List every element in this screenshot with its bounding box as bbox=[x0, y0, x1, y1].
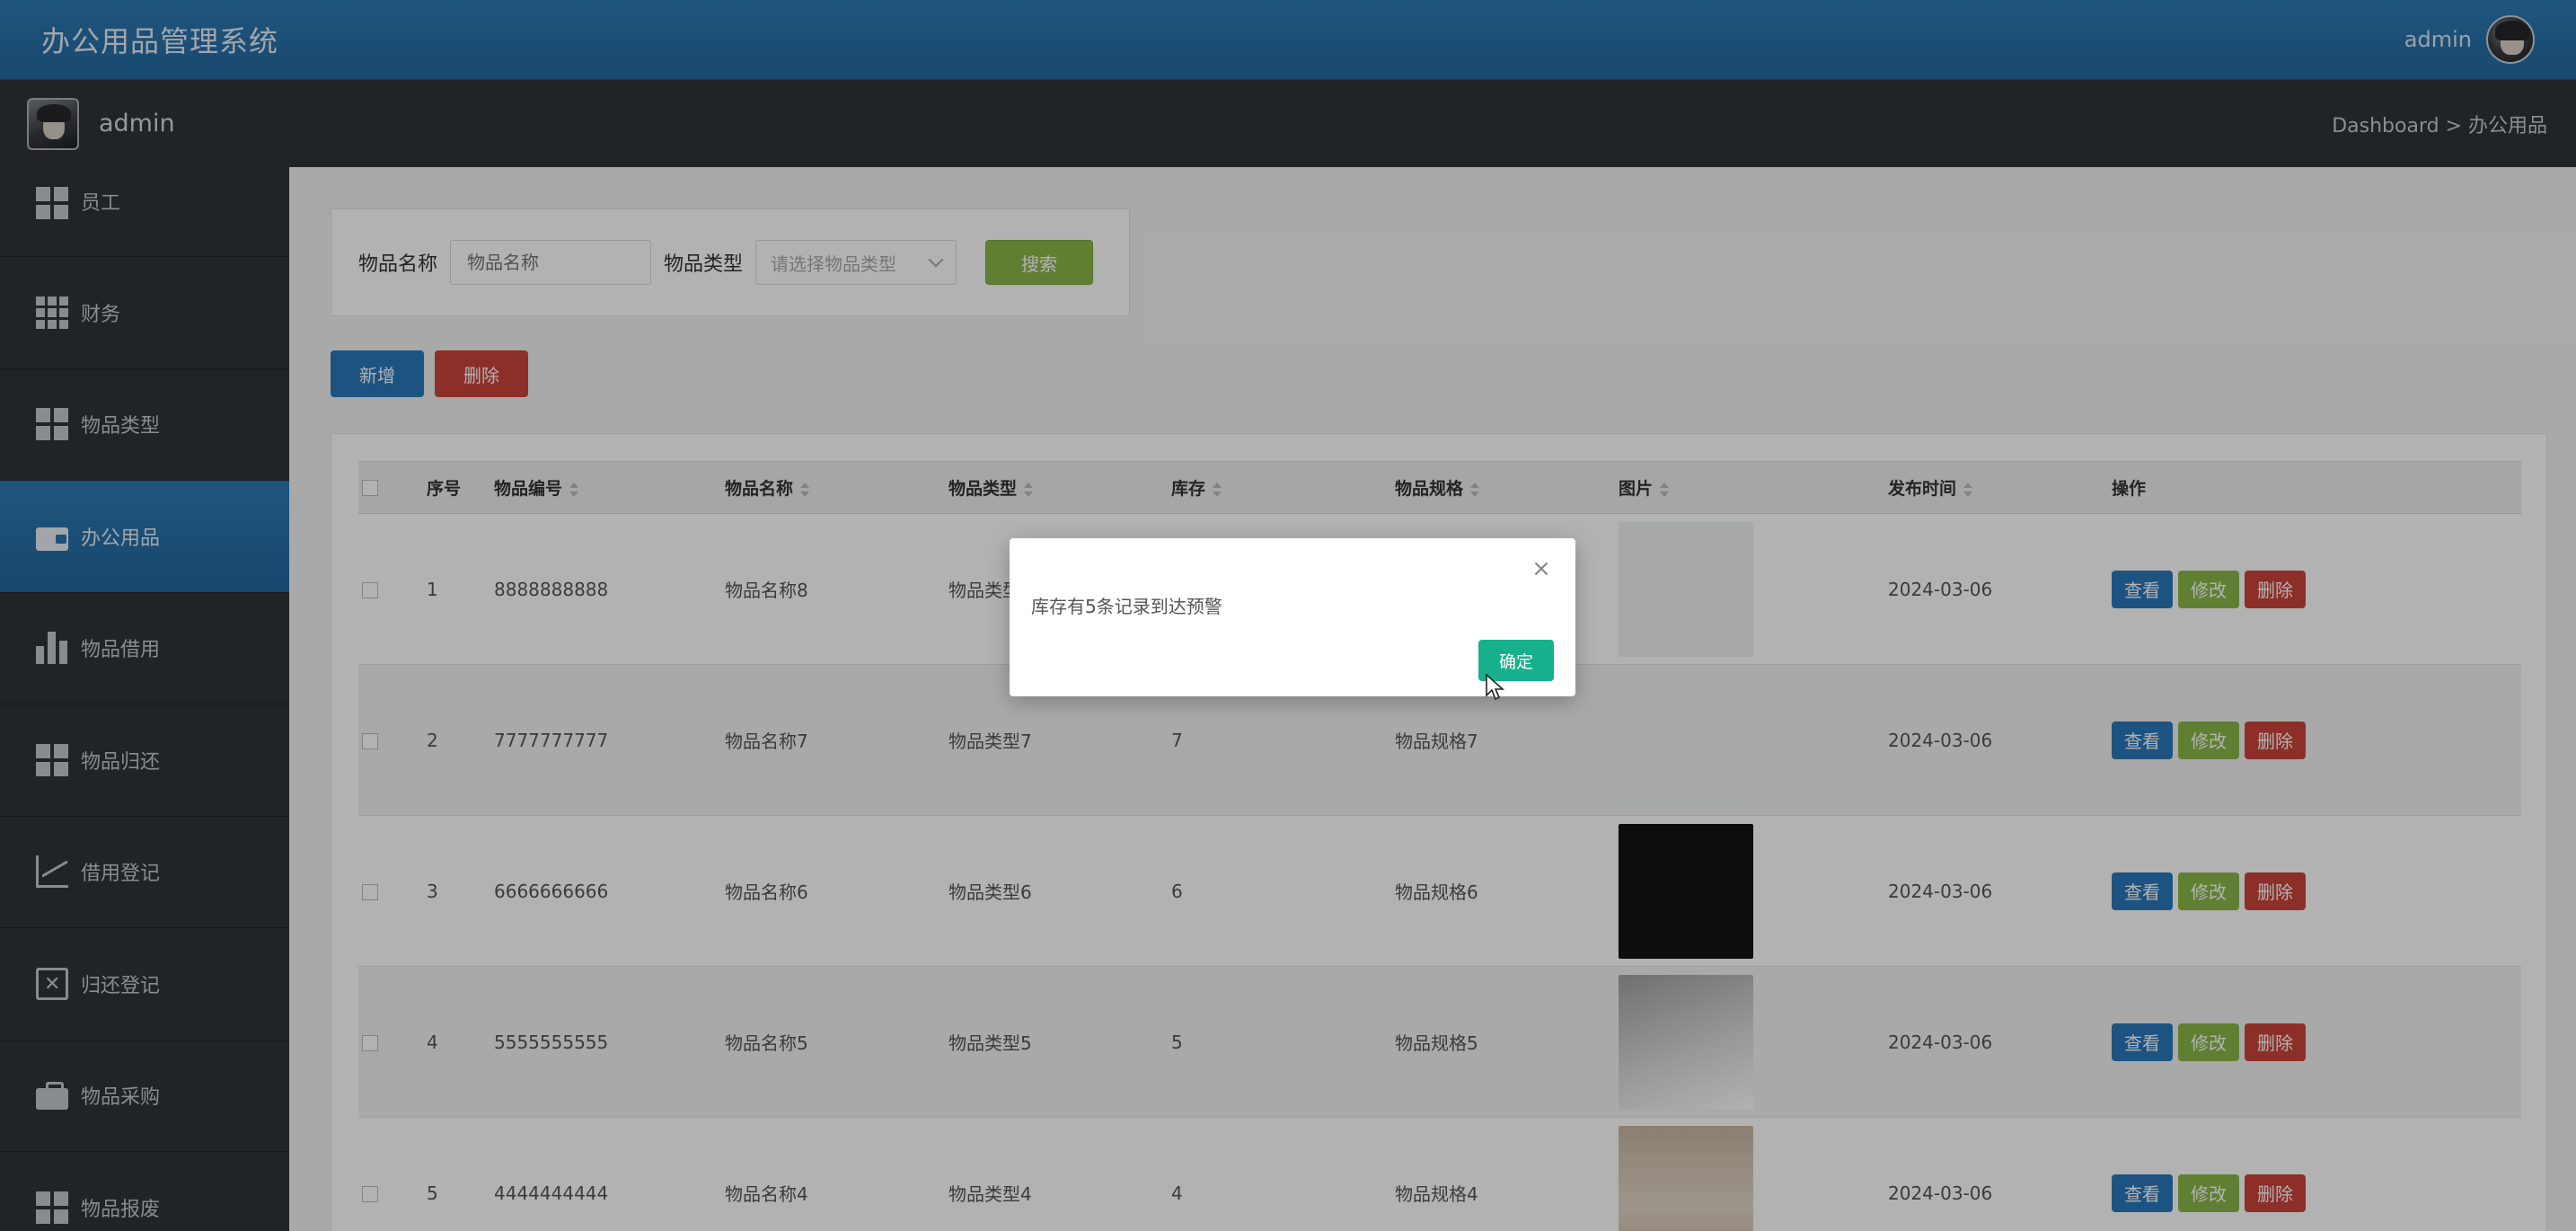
close-icon[interactable]: × bbox=[1531, 557, 1552, 580]
dialog-message: 库存有5条记录到达预警 bbox=[1031, 596, 1222, 617]
stock-warning-dialog: × 库存有5条记录到达预警 确定 bbox=[1010, 538, 1575, 696]
